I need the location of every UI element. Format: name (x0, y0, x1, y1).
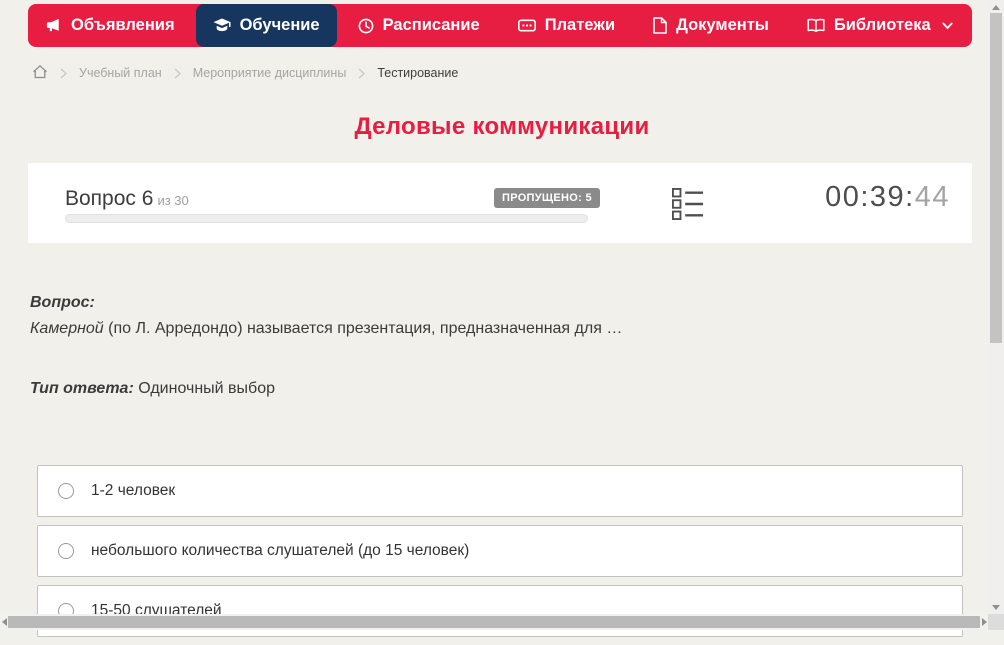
answer-type-row: Тип ответа: Одиночный выбор (30, 376, 930, 402)
scroll-right-arrow[interactable] (982, 618, 987, 626)
nav-item-label: Обучение (240, 16, 320, 35)
nav-item-label: Платежи (545, 16, 615, 35)
scroll-down-arrow[interactable] (992, 605, 1000, 610)
radio-button[interactable] (58, 483, 74, 499)
timer: 00:39:44 (825, 181, 950, 214)
nav-item-learning[interactable]: Обучение (196, 4, 337, 47)
question-text-rest: (по Л. Арредондо) называется презентация… (104, 320, 623, 337)
timer-seconds: 44 (915, 181, 950, 213)
skipped-badge: ПРОПУЩЕНО: 5 (494, 188, 600, 208)
nav-item-label: Объявления (71, 16, 175, 35)
answer-type-value: Одиночный выбор (138, 380, 275, 397)
answer-option-label: небольшого количества слушателей (до 15 … (91, 542, 469, 560)
scroll-left-arrow[interactable] (2, 618, 7, 626)
breadcrumb-item-discipline-event[interactable]: Мероприятие дисциплины (193, 66, 347, 80)
nav-item-label: Расписание (383, 16, 480, 35)
home-icon[interactable] (32, 64, 48, 83)
answer-option-1[interactable]: 1-2 человек (37, 465, 963, 517)
breadcrumb-separator-icon (358, 68, 365, 79)
scrollbar-corner (988, 614, 1004, 630)
megaphone-icon (45, 17, 62, 34)
document-icon (653, 17, 667, 34)
horizontal-scrollbar-thumb[interactable] (8, 616, 980, 628)
nav-item-documents[interactable]: Документы (636, 4, 786, 47)
chevron-down-icon (942, 22, 953, 30)
breadcrumb-separator-icon (60, 68, 67, 79)
progress-bar (65, 214, 588, 223)
question-body: Вопрос: Камерной (по Л. Арредондо) назыв… (30, 290, 930, 402)
nav-item-label: Документы (676, 16, 769, 35)
page-title: Деловые коммуникации (0, 113, 1004, 141)
question-header-card: Вопрос 6 из 30 ПРОПУЩЕНО: 5 00:39:44 (28, 163, 972, 243)
question-text: Камерной (по Л. Арредондо) называется пр… (30, 316, 930, 342)
breadcrumb-item-study-plan[interactable]: Учебный план (79, 66, 162, 80)
question-number-label: Вопрос 6 (65, 187, 153, 210)
answer-option-label: 1-2 человек (91, 482, 175, 500)
question-number: Вопрос 6 из 30 (65, 187, 189, 211)
clock-icon (358, 18, 374, 34)
horizontal-scrollbar[interactable] (0, 614, 988, 630)
graduation-cap-icon (213, 18, 231, 33)
question-total-label: из 30 (157, 193, 188, 208)
radio-button[interactable] (58, 543, 74, 559)
breadcrumb: Учебный план Мероприятие дисциплины Тест… (32, 63, 458, 83)
scroll-up-arrow[interactable] (992, 5, 1000, 10)
cash-icon (518, 18, 536, 33)
question-term: Камерной (30, 320, 104, 337)
question-list-icon[interactable] (672, 187, 704, 226)
top-navigation: Объявления Обучение Расписание Платежи Д… (28, 4, 972, 47)
nav-item-schedule[interactable]: Расписание (341, 4, 497, 47)
nav-item-announcements[interactable]: Объявления (28, 4, 192, 47)
nav-item-label: Библиотека (834, 16, 931, 35)
nav-item-payments[interactable]: Платежи (501, 4, 632, 47)
answer-option-2[interactable]: небольшого количества слушателей (до 15 … (37, 525, 963, 577)
open-book-icon (807, 18, 825, 33)
breadcrumb-separator-icon (174, 68, 181, 79)
nav-item-library[interactable]: Библиотека (790, 4, 970, 47)
vertical-scrollbar[interactable] (988, 0, 1004, 630)
breadcrumb-item-testing: Тестирование (377, 66, 458, 80)
vertical-scrollbar-thumb[interactable] (990, 13, 1002, 343)
question-label: Вопрос: (30, 290, 930, 316)
answer-type-label: Тип ответа: (30, 380, 134, 397)
timer-hours-minutes: 00:39: (825, 181, 915, 213)
